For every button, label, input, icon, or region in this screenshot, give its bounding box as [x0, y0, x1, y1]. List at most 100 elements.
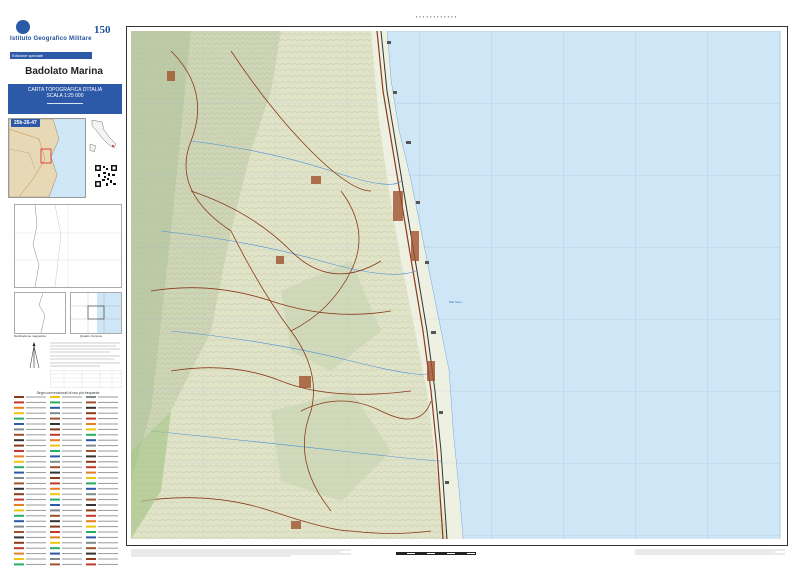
legend-label-placeholder	[26, 558, 46, 560]
legend-label-placeholder	[62, 423, 82, 425]
legend-label-placeholder	[98, 461, 118, 463]
legend-swatch	[14, 433, 24, 436]
legend-label-placeholder	[62, 472, 82, 474]
legend-label-placeholder	[26, 488, 46, 490]
legend-label-placeholder	[26, 466, 46, 468]
legend-label-placeholder	[98, 509, 118, 511]
legend-swatch	[86, 406, 96, 409]
legend-swatch	[50, 471, 60, 474]
legend-label-placeholder	[62, 515, 82, 517]
legend-label-placeholder	[62, 504, 82, 506]
legend-label-placeholder	[62, 455, 82, 457]
legend-swatch	[50, 444, 60, 447]
legend-label-placeholder	[26, 526, 46, 528]
legend-label-placeholder	[98, 504, 118, 506]
legend-swatch	[50, 520, 60, 523]
legend-label-placeholder	[62, 493, 82, 495]
topographic-map[interactable]	[131, 31, 781, 539]
legend-swatch	[50, 439, 60, 442]
notes-text-block	[50, 341, 122, 369]
legend-label-placeholder	[98, 482, 118, 484]
legend-label-placeholder	[98, 418, 118, 420]
edition-label: Edizione speciale	[10, 52, 92, 59]
legend-swatch	[86, 471, 96, 474]
series-box: CARTA TOPOGRAFICA D'ITALIA SCALA 1:25 00…	[8, 84, 122, 114]
series-details-text: ▬▬▬▬▬▬▬▬▬▬▬▬	[47, 101, 83, 105]
legend-swatch	[86, 541, 96, 544]
legend-swatch	[14, 423, 24, 425]
legend-swatch	[50, 552, 60, 555]
legend-label-placeholder	[98, 542, 118, 544]
legend-swatch	[86, 547, 96, 550]
legend-label-placeholder	[98, 401, 118, 403]
legend-label-placeholder	[62, 407, 82, 409]
legend-swatch	[50, 498, 60, 501]
sheet-grid-caption: Quadro d'unione	[80, 334, 103, 338]
legend-label-placeholder	[98, 412, 118, 414]
legend-swatch	[50, 412, 60, 415]
legend-label-placeholder	[26, 401, 46, 403]
legend-swatch	[14, 487, 24, 490]
legend-swatch	[86, 455, 96, 458]
legend-swatch	[50, 396, 60, 398]
legend-swatch	[86, 428, 96, 431]
locator-map-graphic	[9, 119, 60, 197]
legend-label-placeholder	[62, 434, 82, 436]
legend-swatch	[86, 444, 96, 447]
legend-label-placeholder	[98, 547, 118, 549]
legend-label-placeholder	[26, 515, 46, 517]
legend-swatch	[86, 396, 96, 398]
legend-label-placeholder	[26, 428, 46, 430]
legend-label-placeholder	[62, 477, 82, 479]
legend-swatch	[86, 493, 96, 496]
legend-label-placeholder	[26, 493, 46, 495]
locator-map: 25k-26-47	[8, 118, 86, 198]
legend-label-placeholder	[62, 450, 82, 452]
legend-label-placeholder	[26, 553, 46, 555]
declination-diagram	[14, 292, 66, 334]
series-scale: SCALA 1:25 000	[46, 93, 84, 99]
legend-label-placeholder	[62, 396, 82, 398]
legend-label-placeholder	[62, 412, 82, 414]
qr-code-icon[interactable]	[94, 164, 118, 188]
legend-label-placeholder	[26, 396, 46, 398]
legend-label-placeholder	[98, 531, 118, 533]
sheet-code: 25k-26-47	[11, 119, 40, 127]
margin-panel: Istituto Geografico Militare 150 Edizion…	[6, 6, 123, 575]
legend-label-placeholder	[98, 553, 118, 555]
legend-label-placeholder	[62, 439, 82, 441]
legend-label-placeholder	[26, 461, 46, 463]
legend-swatch	[50, 509, 60, 512]
legend-swatch	[50, 423, 60, 425]
coordinates-table	[49, 369, 123, 389]
legend-label-placeholder	[98, 536, 118, 538]
legend-label-placeholder	[26, 547, 46, 549]
legend-swatch	[14, 444, 24, 447]
legend-swatch	[14, 439, 24, 442]
legend-label-placeholder	[98, 488, 118, 490]
legend-swatch	[14, 466, 24, 469]
legend-label-placeholder	[26, 407, 46, 409]
legend-swatch	[50, 493, 60, 496]
anniversary-badge: 150	[94, 24, 111, 36]
legend-swatch	[50, 477, 60, 479]
legend-swatch	[86, 552, 96, 555]
legend-swatch	[50, 563, 60, 566]
legend-swatch	[50, 547, 60, 550]
legend-swatch	[14, 460, 24, 463]
legend-swatch	[50, 460, 60, 463]
legend-swatch	[86, 504, 96, 506]
legend-swatch	[86, 487, 96, 490]
legend-label-placeholder	[62, 536, 82, 538]
legend-swatch	[50, 433, 60, 436]
legend-swatch	[14, 428, 24, 431]
legend-label-placeholder	[62, 547, 82, 549]
legend-swatch	[50, 455, 60, 458]
legend-swatch	[50, 558, 60, 560]
legend-swatch	[86, 412, 96, 415]
legend-swatch	[86, 536, 96, 539]
legend-label-placeholder	[62, 558, 82, 560]
legend-label-placeholder	[62, 461, 82, 463]
legend-label-placeholder	[62, 482, 82, 484]
legend-swatch	[50, 514, 60, 517]
